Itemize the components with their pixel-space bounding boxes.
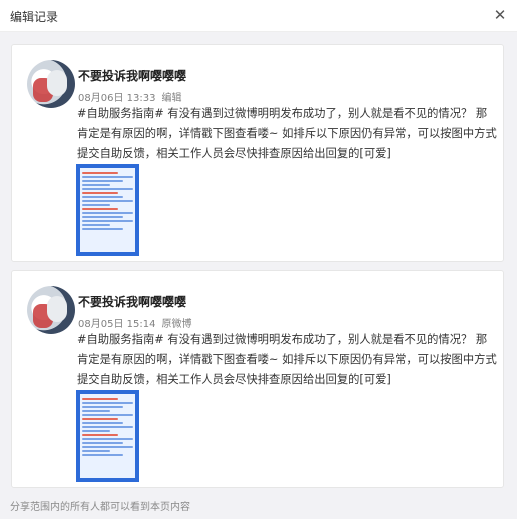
post-meta: 08月05日 15:14 原微博: [78, 315, 191, 330]
timestamp: 08月05日 15:14: [78, 319, 156, 330]
user-name[interactable]: 不要投诉我啊嘤嘤嘤: [78, 67, 186, 84]
edit-record-card: 不要投诉我啊嘤嘤嘤 08月06日 13:33 编辑 #自助服务指南# 有没有遇到过…: [11, 44, 504, 262]
post-text: #自助服务指南# 有没有遇到过微博明明发布成功了，别人就是看不见的情况？ 那肯定…: [77, 333, 497, 386]
dialog-title: 编辑记录: [10, 10, 59, 24]
post-image[interactable]: [76, 390, 139, 482]
avatar-face: [47, 70, 67, 96]
dialog-header: 编辑记录 ✕: [0, 0, 517, 32]
avatar-face: [47, 296, 67, 322]
footer-note: 分享范围内的所有人都可以看到本页内容: [10, 502, 190, 513]
edit-history-list[interactable]: 不要投诉我啊嘤嘤嘤 08月06日 13:33 编辑 #自助服务指南# 有没有遇到过…: [0, 32, 517, 488]
user-name[interactable]: 不要投诉我啊嘤嘤嘤: [78, 293, 186, 310]
post-text: #自助服务指南# 有没有遇到过微博明明发布成功了，别人就是看不见的情况？ 那肯定…: [77, 107, 497, 160]
avatar[interactable]: [27, 60, 75, 108]
edit-record-card: 不要投诉我啊嘤嘤嘤 08月05日 15:14 原微博 #自助服务指南# 有没有遇到…: [11, 270, 504, 488]
infographic-image: [80, 394, 135, 478]
close-icon[interactable]: ✕: [491, 6, 509, 24]
post-meta: 08月06日 13:33 编辑: [78, 89, 181, 104]
record-action-tag: 编辑: [161, 93, 182, 104]
infographic-image: [80, 168, 135, 252]
record-action-tag: 原微博: [161, 319, 192, 330]
avatar[interactable]: [27, 286, 75, 334]
post-image[interactable]: [76, 164, 139, 256]
timestamp: 08月06日 13:33: [78, 93, 156, 104]
